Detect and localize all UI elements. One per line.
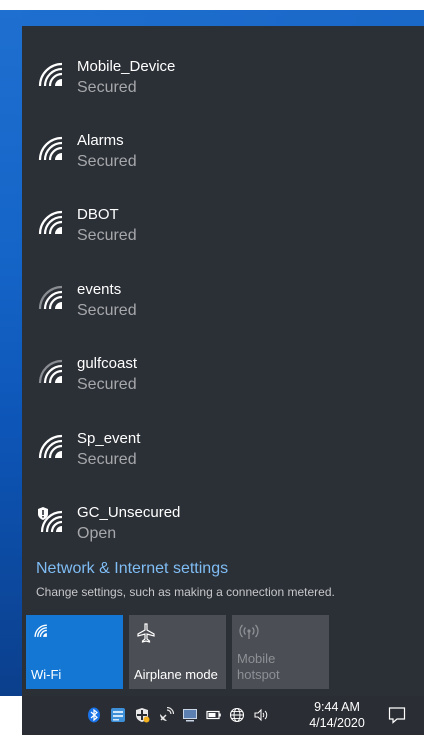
network-item-gulfcoast[interactable]: gulfcoast Secured <box>22 351 424 425</box>
battery-icon[interactable] <box>206 707 222 723</box>
network-item-events[interactable]: events Secured <box>22 277 424 351</box>
desktop-wallpaper <box>0 10 22 696</box>
bluetooth-icon[interactable] <box>86 707 102 723</box>
network-item-dbot[interactable]: DBOT Secured <box>22 202 424 276</box>
wifi-toggle-label: Wi-Fi <box>31 667 62 682</box>
app-icon[interactable] <box>110 707 126 723</box>
network-name: DBOT <box>77 206 119 223</box>
network-status: Secured <box>77 376 137 393</box>
hotspot-label-line1: Mobile <box>237 651 276 666</box>
network-item-alarms[interactable]: Alarms Secured <box>22 128 424 202</box>
wifi-icon <box>38 62 63 87</box>
display-icon[interactable] <box>182 707 198 723</box>
wifi-icon <box>38 210 63 235</box>
wifi-icon <box>38 434 63 459</box>
mobile-hotspot-label: Mobile hotspot <box>237 651 280 683</box>
wifi-icon <box>38 136 63 161</box>
notification-icon[interactable] <box>388 706 406 724</box>
volume-icon[interactable] <box>253 707 269 723</box>
wifi-icon <box>38 359 63 384</box>
taskbar-clock[interactable]: 9:44 AM 4/14/2020 <box>302 699 372 731</box>
clock-time: 9:44 AM <box>314 700 360 714</box>
network-item-mobile-device[interactable]: Mobile_Device Secured <box>22 54 424 128</box>
airplane-icon <box>137 623 155 643</box>
network-flyout: Mobile_Device Secured Alarms Secured DBO… <box>22 26 424 696</box>
network-name: Sp_event <box>77 430 141 447</box>
network-status: Secured <box>77 153 137 170</box>
airplane-mode-button[interactable]: Airplane mode <box>129 615 226 689</box>
taskbar: 9:44 AM 4/14/2020 <box>22 696 424 735</box>
network-status: Open <box>77 525 117 542</box>
network-name: gulfcoast <box>77 355 138 372</box>
network-name: events <box>77 281 122 298</box>
airplane-mode-label: Airplane mode <box>134 667 218 682</box>
network-globe-icon[interactable] <box>229 707 245 723</box>
network-status: Secured <box>77 79 137 96</box>
hotspot-label-line2: hotspot <box>237 667 280 682</box>
wifi-icon <box>38 285 63 310</box>
network-name: Mobile_Device <box>77 58 176 75</box>
network-name: Alarms <box>77 132 124 149</box>
network-name: GC_Unsecured <box>77 504 181 521</box>
network-settings-description: Change settings, such as making a connec… <box>36 585 335 599</box>
clock-date: 4/14/2020 <box>309 716 365 730</box>
network-settings-link[interactable]: Network & Internet settings <box>36 560 228 578</box>
hotspot-icon <box>239 624 259 639</box>
wifi-toggle-button[interactable]: Wi-Fi <box>26 615 123 689</box>
network-item-sp-event[interactable]: Sp_event Secured <box>22 426 424 500</box>
wifi-shield-icon <box>38 507 63 533</box>
network-status: Secured <box>77 227 137 244</box>
network-status: Secured <box>77 302 137 319</box>
security-icon[interactable] <box>134 707 150 723</box>
satellite-icon[interactable] <box>158 707 174 723</box>
network-status: Secured <box>77 451 137 468</box>
wifi-icon <box>34 624 47 637</box>
mobile-hotspot-button[interactable]: Mobile hotspot <box>232 615 329 689</box>
